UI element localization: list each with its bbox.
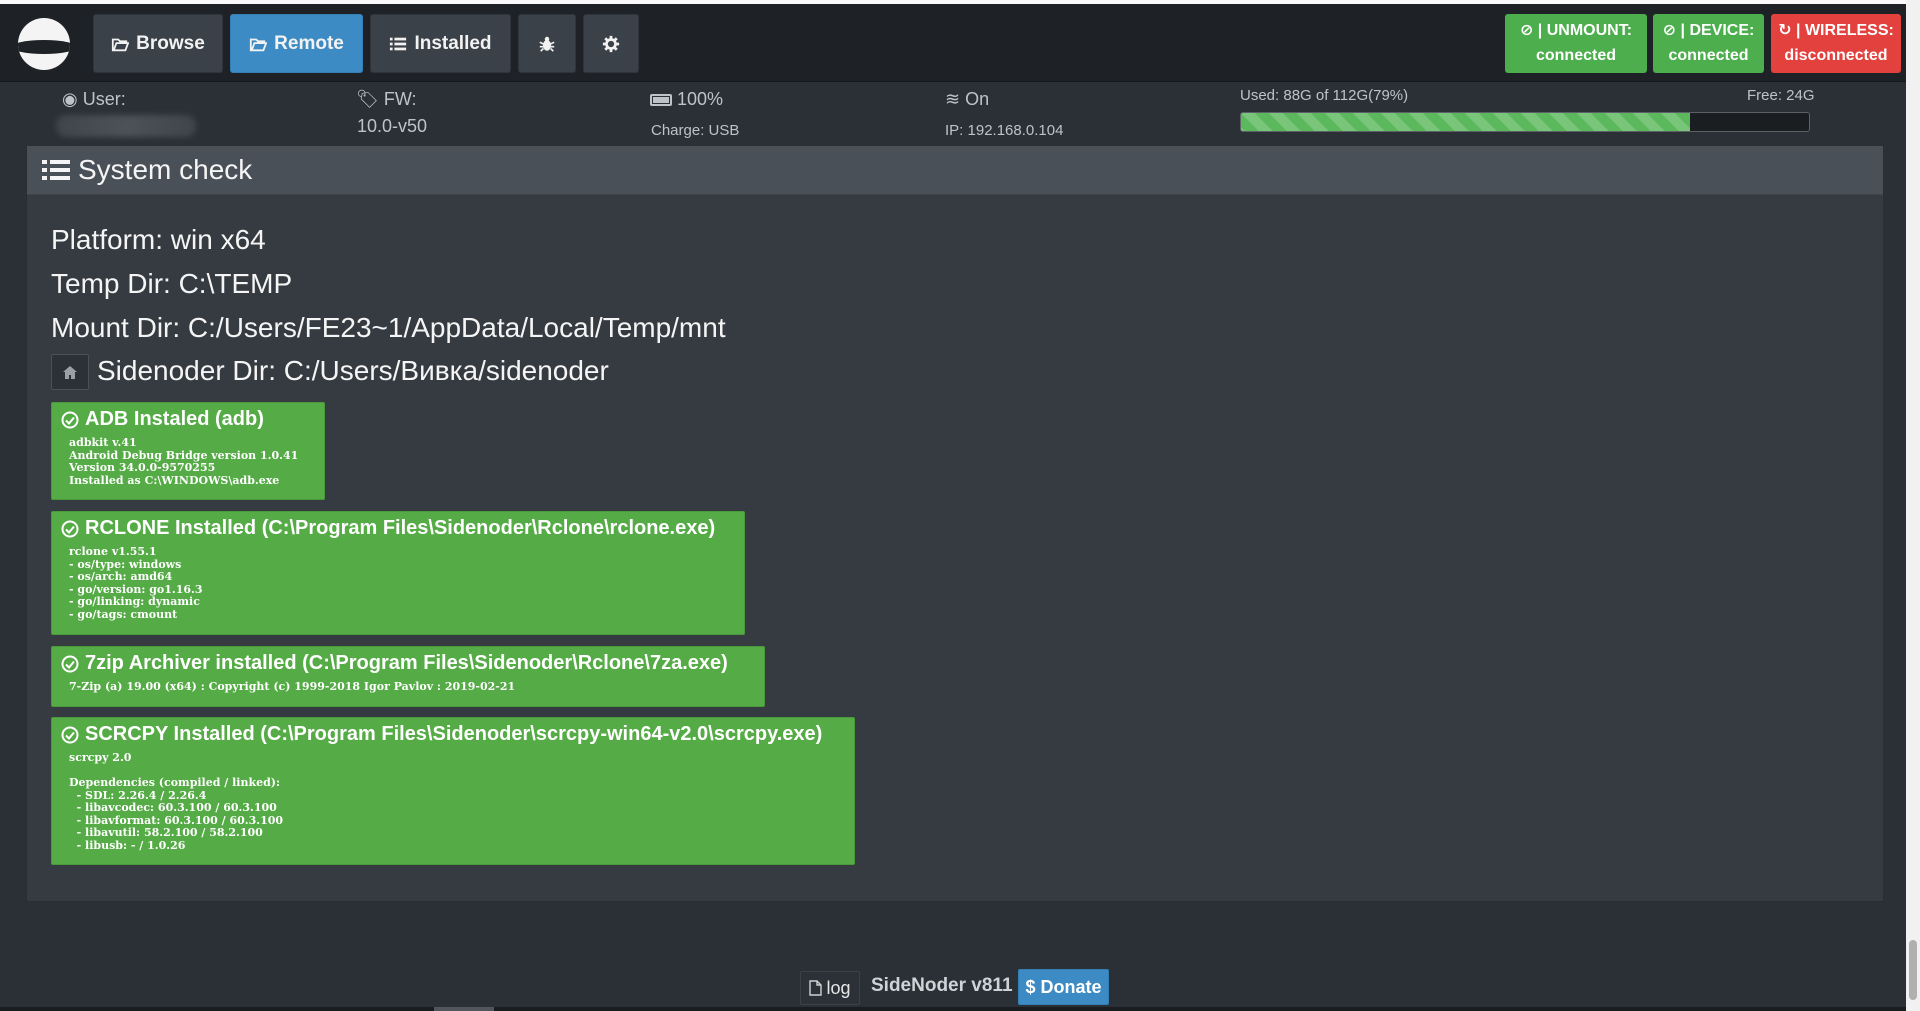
ip-text: IP: 192.168.0.104 bbox=[945, 122, 1064, 139]
wifi-icon: ≋ bbox=[945, 89, 961, 109]
remote-button[interactable]: Remote bbox=[230, 14, 363, 73]
adb-check-card: ADB Instaled (adb) adbkit v.41 Android D… bbox=[51, 402, 325, 500]
wireless-status-value: disconnected bbox=[1784, 47, 1888, 64]
user-info: ◉ User: bbox=[62, 89, 126, 110]
gear-icon bbox=[602, 35, 620, 52]
vertical-scrollbar[interactable] bbox=[1906, 0, 1920, 1011]
debug-button[interactable] bbox=[518, 14, 576, 73]
panel-header: System check bbox=[27, 146, 1883, 195]
7zip-check-details: 7-Zip (a) 19.00 (x64) : Copyright (c) 19… bbox=[69, 680, 516, 693]
footer: log SideNoder v811 $ Donate bbox=[0, 969, 1920, 1007]
browse-button[interactable]: Browse bbox=[93, 14, 223, 73]
app-logo bbox=[18, 18, 70, 70]
installed-button[interactable]: Installed bbox=[370, 14, 511, 73]
bug-icon bbox=[539, 36, 555, 52]
check-circle-icon bbox=[61, 411, 79, 428]
rclone-check-title: RCLONE Installed (C:\Program Files\Siden… bbox=[85, 517, 716, 539]
check-circle-icon bbox=[61, 655, 79, 672]
horizontal-scrollbar[interactable] bbox=[0, 1007, 1906, 1011]
panel-title: System check bbox=[78, 154, 253, 185]
wifi-info: ≋ On bbox=[945, 89, 989, 110]
charge-text: Charge: USB bbox=[651, 122, 740, 139]
donate-button[interactable]: $ Donate bbox=[1018, 969, 1109, 1005]
battery-value: 100% bbox=[677, 89, 724, 109]
user-circle-icon: ◉ bbox=[62, 89, 78, 109]
unmount-status-value: connected bbox=[1535, 47, 1616, 64]
open-sidenoder-dir-button[interactable] bbox=[51, 354, 89, 390]
7zip-check-title: 7zip Archiver installed (C:\Program File… bbox=[85, 652, 728, 674]
7zip-check-card: 7zip Archiver installed (C:\Program File… bbox=[51, 646, 765, 707]
adb-check-details: adbkit v.41 Android Debug Bridge version… bbox=[69, 436, 299, 487]
rclone-check-details: rclone v1.55.1 - os/type: windows - os/a… bbox=[69, 545, 203, 621]
list-icon bbox=[42, 160, 70, 180]
scrollbar-thumb[interactable] bbox=[1909, 940, 1917, 1000]
device-status-badge[interactable]: ⊘ | DEVICE: connected bbox=[1653, 14, 1764, 73]
wifi-value: On bbox=[965, 89, 990, 109]
storage-progress-bar bbox=[1240, 112, 1810, 132]
device-info-bar: ◉ User: 🏷︎ FW: 10.0-v50 100% Charge: USB… bbox=[0, 83, 1906, 143]
system-check-panel: System check Platform: win x64 Temp Dir:… bbox=[26, 145, 1884, 902]
firmware-info: 🏷︎ FW: bbox=[356, 89, 417, 110]
settings-button[interactable] bbox=[583, 14, 639, 73]
user-name-blurred bbox=[56, 115, 196, 142]
folder-open-icon bbox=[112, 38, 130, 51]
log-button[interactable]: log bbox=[800, 971, 860, 1005]
home-icon bbox=[63, 365, 77, 379]
fw-label: FW: bbox=[383, 89, 417, 109]
log-label: log bbox=[826, 977, 851, 998]
scrcpy-check-title: SCRCPY Installed (C:\Program Files\Siden… bbox=[85, 723, 823, 745]
storage-progress-fill bbox=[1241, 113, 1690, 131]
refresh-icon: ↻ bbox=[1778, 22, 1792, 39]
remote-label: Remote bbox=[274, 32, 344, 54]
installed-label: Installed bbox=[414, 32, 492, 54]
scrcpy-check-details: scrcpy 2.0 Dependencies (compiled / link… bbox=[69, 751, 284, 852]
storage-free-text: Free: 24G bbox=[1747, 87, 1815, 104]
wireless-status-badge[interactable]: ↻ | WIRELESS: disconnected bbox=[1771, 14, 1901, 73]
browse-label: Browse bbox=[136, 32, 205, 54]
sidenoder-dir-text: Sidenoder Dir: C:/Users/Вивка/sidenoder bbox=[97, 355, 609, 386]
storage-used-text: Used: 88G of 112G(79%) bbox=[1240, 87, 1409, 104]
horizontal-scrollbar-thumb[interactable] bbox=[434, 1007, 494, 1011]
user-label: User: bbox=[82, 89, 126, 109]
adb-check-title: ADB Instaled (adb) bbox=[85, 408, 264, 430]
device-status-value: connected bbox=[1668, 47, 1749, 64]
platform-text: Platform: win x64 bbox=[51, 224, 266, 255]
wireless-status-label: | WIRELESS: bbox=[1796, 22, 1894, 39]
unmount-status-label: | UNMOUNT: bbox=[1537, 22, 1633, 39]
mount-dir-text: Mount Dir: C:/Users/FE23~1/AppData/Local… bbox=[51, 312, 726, 343]
temp-dir-text: Temp Dir: C:\TEMP bbox=[51, 268, 293, 299]
list-icon bbox=[390, 37, 407, 50]
check-circle-icon bbox=[61, 520, 79, 537]
app-version: SideNoder v811 bbox=[871, 975, 1013, 996]
file-icon bbox=[809, 980, 823, 996]
check-circle-icon bbox=[61, 726, 79, 743]
check-circle-icon: ⊘ bbox=[1519, 22, 1534, 39]
tag-icon: 🏷︎ bbox=[356, 89, 379, 109]
folder-open-icon bbox=[250, 38, 268, 51]
device-status-label: | DEVICE: bbox=[1680, 22, 1755, 39]
fw-value: 10.0-v50 bbox=[357, 116, 428, 136]
battery-icon bbox=[650, 94, 672, 106]
rclone-check-card: RCLONE Installed (C:\Program Files\Siden… bbox=[51, 511, 745, 635]
unmount-status-badge[interactable]: ⊘ | UNMOUNT: connected bbox=[1505, 14, 1647, 73]
navbar: Browse Remote Installed ⊘ | UNMOUNT: con… bbox=[0, 4, 1906, 82]
scrcpy-check-card: SCRCPY Installed (C:\Program Files\Siden… bbox=[51, 717, 855, 865]
check-circle-icon: ⊘ bbox=[1662, 22, 1677, 39]
battery-info: 100% bbox=[650, 89, 723, 110]
